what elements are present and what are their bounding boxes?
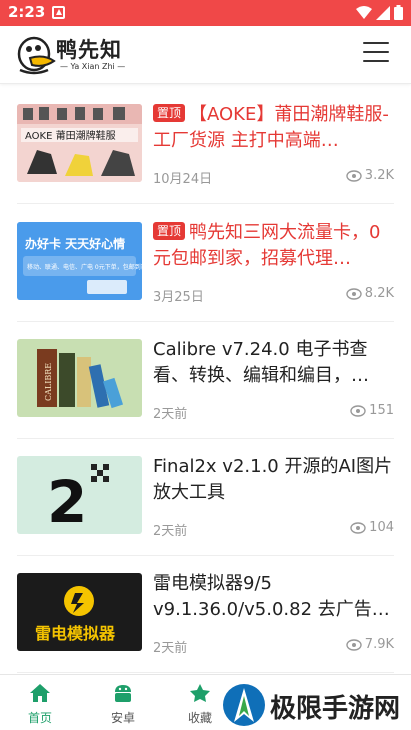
views-count: 104 — [369, 520, 394, 535]
item-title[interactable]: 置顶 【AOKE】莆田潮牌鞋服-工厂货源 主打中高端… — [153, 102, 394, 154]
tab-label: 安卓 — [110, 711, 135, 725]
status-bar: 2:23 — [0, 0, 411, 26]
eye-icon — [346, 638, 362, 651]
home-icon — [30, 684, 50, 702]
signal-icon — [376, 5, 390, 20]
thumb-caption: 雷电模拟器 — [35, 624, 116, 643]
item-title[interactable]: 置顶 鸭先知三网大流量卡，0元包邮到家，招募代理… — [153, 220, 394, 272]
item-views: 151 — [350, 403, 394, 418]
item-views: 3.2K — [346, 168, 394, 183]
menu-line-icon — [363, 42, 389, 44]
thumbnail-image: CALIBRE — [17, 339, 142, 417]
list-item[interactable]: CALIBRE Calibre v7.24.0 电子书查看、转换、编辑和编目，…… — [17, 321, 394, 439]
item-date: 2天前 — [153, 407, 188, 422]
pinned-badge: 置顶 — [153, 104, 186, 122]
thumb-caption: CALIBRE — [44, 363, 53, 401]
thumbnail-image: 办好卡 天天好心情 移动、联通、电信、广电 0元下单，包邮到家！ — [17, 222, 142, 300]
list-item[interactable]: 办好卡 天天好心情 移动、联通、电信、广电 0元下单，包邮到家！ 置顶 鸭先知三网… — [17, 204, 394, 322]
tab-android[interactable]: 安卓 — [98, 683, 148, 726]
star-icon — [190, 684, 210, 702]
thumbnail-image: 雷电模拟器 — [17, 573, 142, 651]
menu-line-icon — [363, 51, 389, 53]
article-feed: AOKE 莆田潮牌鞋服 置顶 【AOKE】莆田潮牌鞋服-工厂货源 主打中高端… 1… — [0, 84, 411, 674]
views-count: 3.2K — [364, 168, 394, 183]
menu-button[interactable] — [363, 42, 389, 64]
item-views: 104 — [350, 520, 394, 535]
thumb-caption: 办好卡 天天好心情 — [25, 236, 125, 251]
brand-name: 鸭先知 — [56, 38, 122, 62]
eye-icon — [346, 169, 362, 182]
item-date: 2天前 — [153, 524, 188, 539]
brand-subtitle: — Ya Xian Zhi — — [60, 62, 126, 71]
status-time: 2:23 — [8, 3, 46, 21]
item-views: 7.9K — [346, 637, 394, 652]
eye-icon — [346, 287, 362, 300]
item-date: 10月24日 — [153, 172, 213, 187]
app-logo[interactable]: 鸭先知 — Ya Xian Zhi — — [16, 34, 136, 78]
thumb-subcaption: 移动、联通、电信、广电 0元下单，包邮到家！ — [27, 263, 142, 271]
site-watermark: 极限手游网 — [218, 680, 408, 730]
duck-logo-icon — [17, 36, 56, 75]
views-count: 7.9K — [364, 637, 394, 652]
item-title[interactable]: Calibre v7.24.0 电子书查看、转换、编辑和编目，… — [153, 337, 394, 389]
views-count: 151 — [369, 403, 394, 418]
item-date: 3月25日 — [153, 290, 204, 305]
system-icons — [356, 5, 403, 20]
app-header: 鸭先知 — Ya Xian Zhi — — [0, 26, 411, 84]
thumbnail-image: AOKE 莆田潮牌鞋服 — [17, 104, 142, 182]
eye-icon — [350, 404, 366, 417]
list-item[interactable]: 2 Final2x v2.1.0 开源的AI图片放大工具 2天前 104 — [17, 438, 394, 556]
item-title-text: 鸭先知三网大流量卡，0元包邮到家，招募代理… — [153, 222, 381, 269]
tab-label: 首页 — [27, 711, 52, 725]
android-icon — [115, 685, 131, 702]
list-item[interactable]: AOKE 莆田潮牌鞋服 置顶 【AOKE】莆田潮牌鞋服-工厂货源 主打中高端… 1… — [17, 86, 394, 204]
watermark-text: 极限手游网 — [270, 694, 401, 724]
item-title-text: 【AOKE】莆田潮牌鞋服-工厂货源 主打中高端… — [153, 104, 389, 151]
eye-icon — [350, 521, 366, 534]
thumbnail-image: 2 — [17, 456, 142, 534]
item-views: 8.2K — [346, 286, 394, 301]
item-title[interactable]: Final2x v2.1.0 开源的AI图片放大工具 — [153, 454, 394, 506]
wifi-icon — [356, 5, 372, 19]
thumb-caption: AOKE 莆田潮牌鞋服 — [25, 129, 116, 142]
views-count: 8.2K — [364, 286, 394, 301]
thumb-caption: 2 — [47, 468, 87, 534]
pinned-badge: 置顶 — [153, 222, 186, 240]
list-item[interactable]: 雷电模拟器 雷电模拟器9/5 v9.1.36.0/v5.0.82 去广告… 2天… — [17, 555, 394, 673]
tab-home[interactable]: 首页 — [15, 683, 65, 726]
notification-icon — [52, 6, 65, 19]
item-title[interactable]: 雷电模拟器9/5 v9.1.36.0/v5.0.82 去广告… — [153, 571, 394, 623]
item-date: 2天前 — [153, 641, 188, 656]
watermark-logo-icon — [223, 684, 265, 726]
menu-line-icon — [363, 60, 389, 62]
battery-icon — [394, 5, 403, 20]
